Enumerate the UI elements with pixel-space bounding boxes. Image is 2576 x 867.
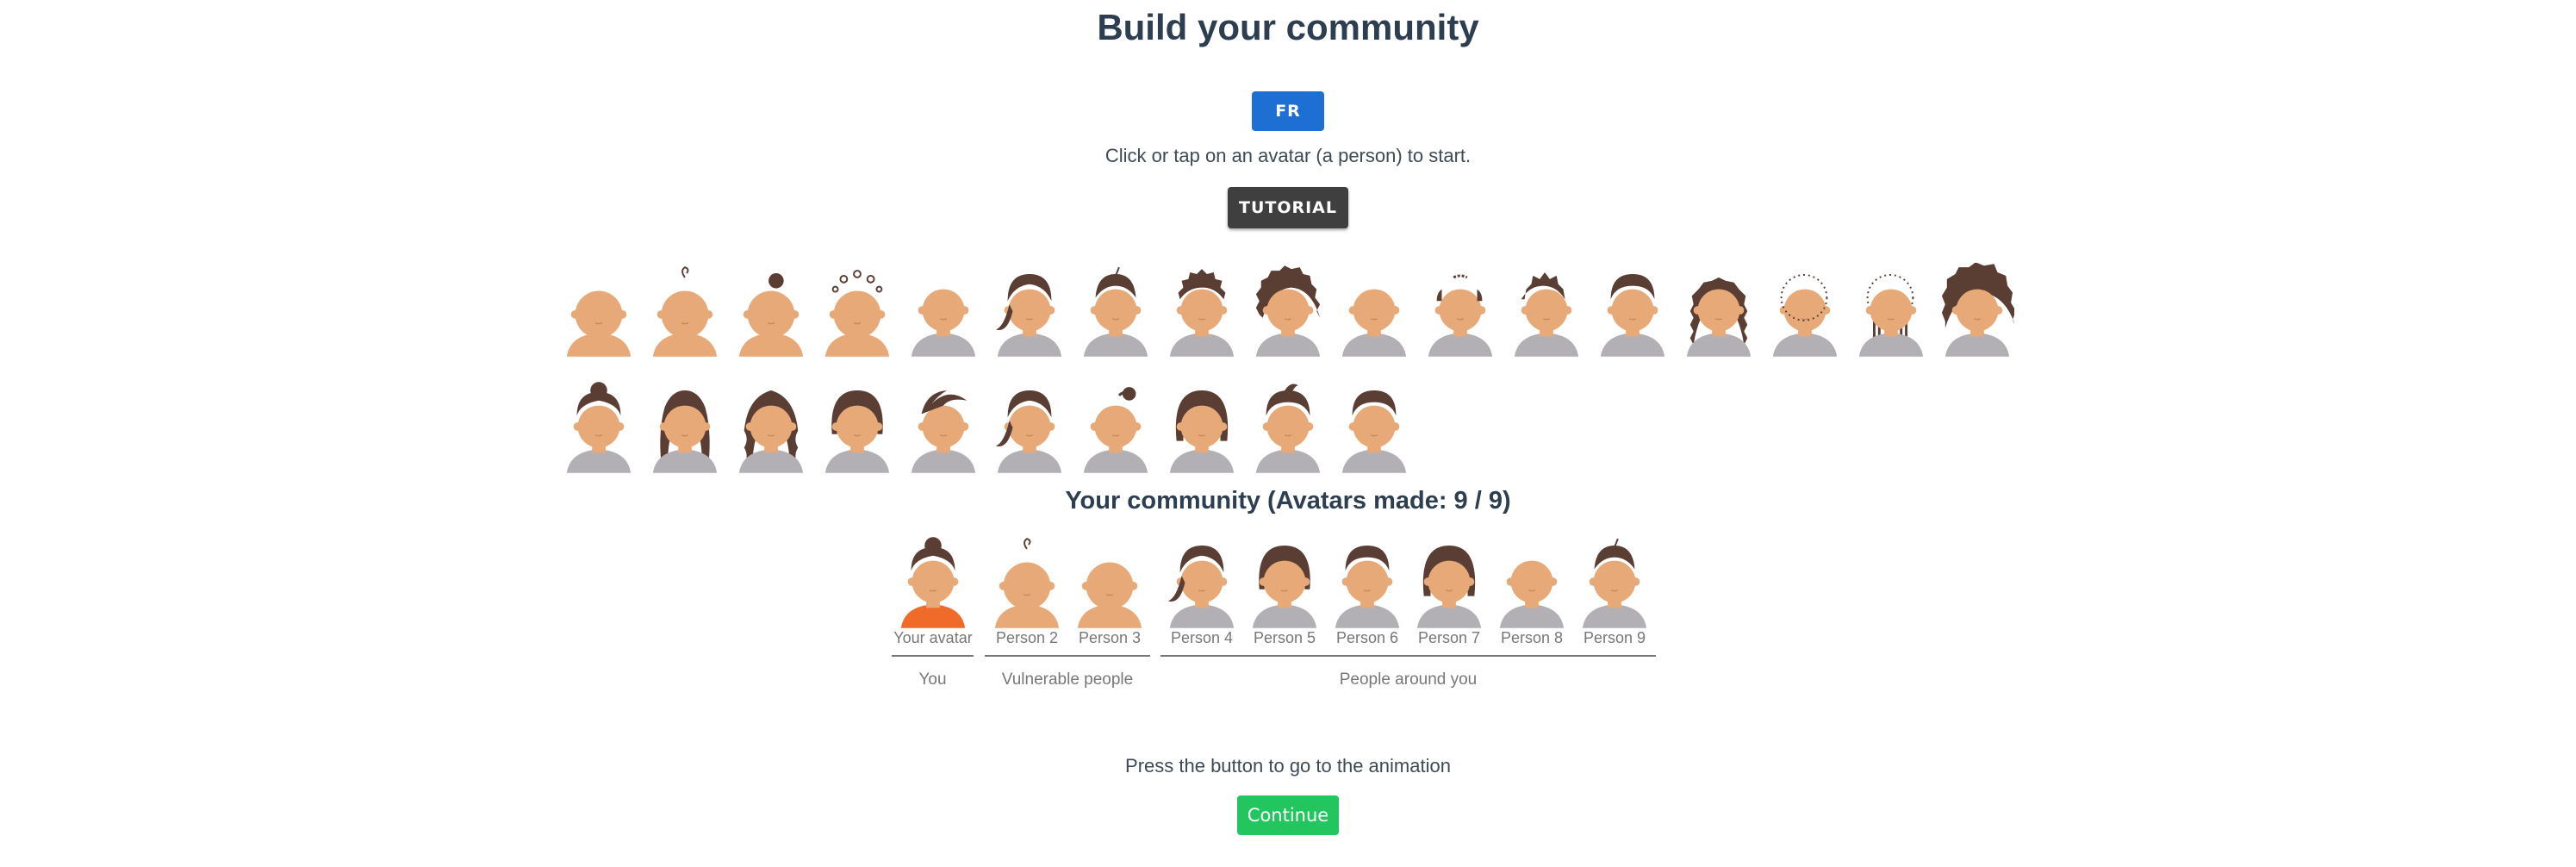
community-member: Person 4 — [1160, 534, 1243, 647]
continue-button[interactable]: Continue — [1237, 795, 1339, 835]
avatar-choice-7[interactable] — [1079, 263, 1153, 358]
community-member-label: Person 7 — [1417, 629, 1481, 646]
community-member-avatar[interactable] — [1165, 534, 1239, 629]
community-member: Your avatar — [892, 534, 974, 647]
avatar-choice-18[interactable] — [562, 379, 636, 474]
avatar-choice-14[interactable] — [1682, 263, 1756, 358]
community-member-label: Person 3 — [1078, 629, 1142, 646]
community-member-avatar[interactable] — [1495, 534, 1569, 629]
community-member: Person 3 — [1068, 534, 1151, 647]
community-member-avatar[interactable] — [990, 534, 1064, 629]
instruction-text: Click or tap on an avatar (a person) to … — [1104, 145, 1472, 166]
avatar-choice-21[interactable] — [820, 379, 894, 474]
community-member-avatar[interactable] — [1577, 534, 1652, 629]
community-member-label: Person 9 — [1583, 629, 1646, 646]
group-label: Vulnerable people — [1001, 671, 1134, 689]
community-member: Person 5 — [1243, 534, 1326, 647]
avatar-choice-10[interactable] — [1337, 263, 1411, 358]
avatar-choice-25[interactable] — [1165, 379, 1239, 474]
group-label: People around you — [1339, 671, 1478, 689]
avatar-choice-16[interactable] — [1854, 263, 1928, 358]
community-member-label: Person 8 — [1500, 629, 1564, 646]
group-divider-line — [985, 655, 1150, 657]
community-member: Person 7 — [1408, 534, 1490, 647]
community-member-avatar[interactable] — [1248, 534, 1322, 629]
avatar-choice-13[interactable] — [1596, 263, 1670, 358]
avatar-choice-26[interactable] — [1251, 379, 1325, 474]
community-member-avatar[interactable] — [1330, 534, 1404, 629]
avatar-choice-9[interactable] — [1251, 263, 1325, 358]
avatar-choice-15[interactable] — [1768, 263, 1842, 358]
community-member-avatar[interactable] — [1073, 534, 1147, 629]
group-divider-line — [1160, 655, 1656, 657]
avatar-choice-4[interactable] — [820, 263, 894, 358]
avatar-choice-3[interactable] — [734, 263, 808, 358]
community-member: Person 9 — [1573, 534, 1656, 647]
avatar-choice-11[interactable] — [1423, 263, 1497, 358]
community-member-label: Person 6 — [1335, 629, 1399, 646]
community-member-label: Person 5 — [1253, 629, 1316, 646]
avatar-choice-27[interactable] — [1337, 379, 1411, 474]
avatar-choice-23[interactable] — [992, 379, 1067, 474]
avatar-choice-2[interactable] — [648, 263, 722, 358]
community-member: Person 8 — [1490, 534, 1573, 647]
community-member: Person 6 — [1326, 534, 1409, 647]
avatar-choice-17[interactable] — [1940, 263, 2014, 358]
language-toggle-button[interactable]: FR — [1252, 91, 1324, 131]
avatar-choice-1[interactable] — [562, 263, 636, 358]
avatar-choice-5[interactable] — [906, 263, 980, 358]
avatar-choice-22[interactable] — [906, 379, 980, 474]
avatar-choice-12[interactable] — [1509, 263, 1584, 358]
avatar-choice-19[interactable] — [648, 379, 722, 474]
avatar-choice-6[interactable] — [992, 263, 1067, 358]
community-member-avatar[interactable] — [896, 534, 970, 629]
animation-instruction-text: Press the button to go to the animation — [1125, 755, 1451, 777]
group-label: You — [918, 671, 947, 689]
community-member-label: Person 2 — [995, 629, 1059, 646]
community-member-label: Person 4 — [1170, 629, 1234, 646]
community-member: Person 2 — [986, 534, 1068, 647]
group-divider-line — [892, 655, 974, 657]
avatar-choice-8[interactable] — [1165, 263, 1239, 358]
page-title: Build your community — [1097, 7, 1479, 47]
community-title: Your community (Avatars made: 9 / 9) — [1065, 487, 1511, 515]
avatar-choice-20[interactable] — [734, 379, 808, 474]
avatar-choice-24[interactable] — [1079, 379, 1153, 474]
community-member-label: Your avatar — [893, 629, 973, 646]
tutorial-button[interactable]: TUTORIAL — [1228, 187, 1348, 228]
community-member-avatar[interactable] — [1412, 534, 1486, 629]
